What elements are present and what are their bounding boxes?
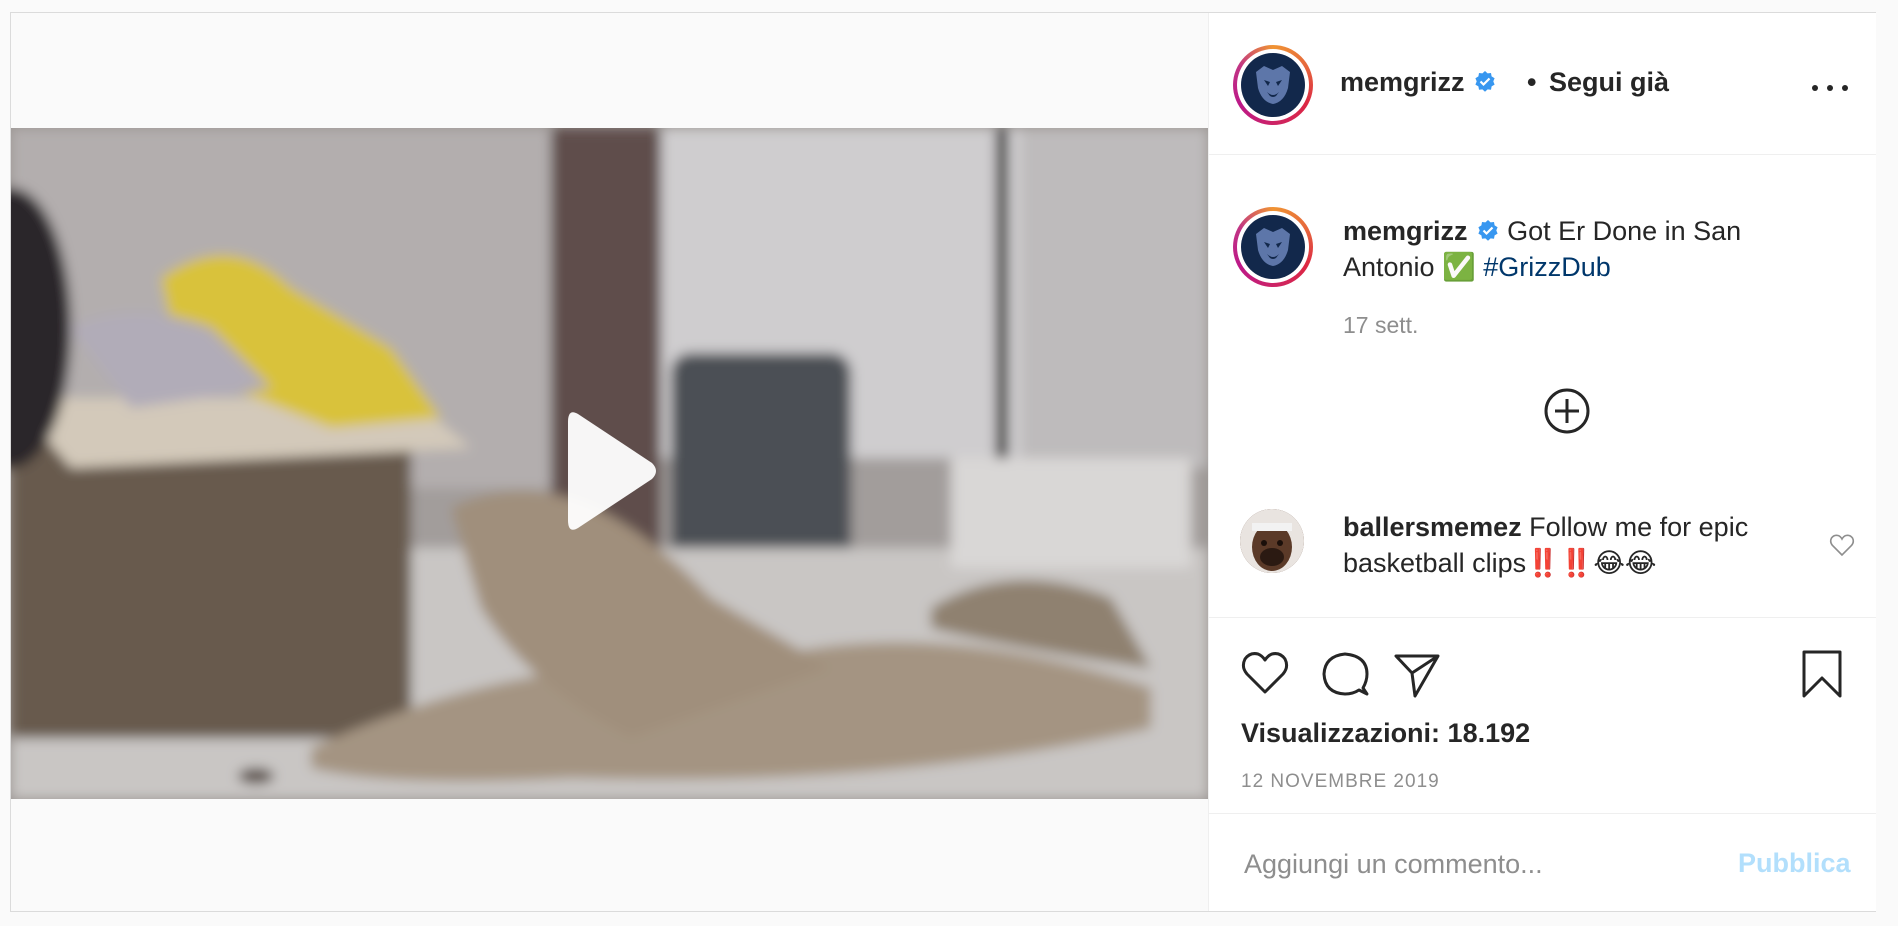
grizzlies-logo-icon [1256,66,1290,104]
commenter-avatar[interactable] [1240,509,1304,573]
heart-icon[interactable] [1239,648,1291,700]
post-details-panel: memgrizz • Segui già memgrizz Got Er Don… [1208,13,1876,911]
publish-button[interactable]: Pubblica [1738,848,1851,879]
comment-heart-icon[interactable] [1829,533,1855,557]
more-options-icon[interactable] [1812,79,1848,95]
action-bar: Visualizzazioni: 18.192 12 NOVEMBRE 2019 [1209,617,1876,813]
caption-text: memgrizz Got Er Done in San Antonio ✅ #G… [1343,213,1823,285]
author-avatar[interactable] [1233,45,1313,125]
media-panel [11,13,1208,911]
author-username[interactable]: memgrizz [1340,67,1497,98]
post-header: memgrizz • Segui già [1209,13,1876,155]
caption-timestamp: 17 sett. [1343,312,1419,338]
views-count[interactable]: Visualizzazioni: 18.192 [1241,718,1530,749]
commenter-photo [1240,509,1304,573]
comment-bubble-icon[interactable] [1319,648,1371,700]
caption-username[interactable]: memgrizz [1343,216,1468,246]
bookmark-icon[interactable] [1796,648,1848,700]
caption-author-avatar[interactable] [1233,207,1313,287]
following-button[interactable]: Segui già [1549,67,1669,98]
verified-badge-icon [1477,220,1498,241]
post-date: 12 NOVEMBRE 2019 [1241,771,1440,792]
comment-input[interactable] [1242,844,1726,884]
video-player[interactable] [11,128,1208,799]
grizzlies-logo-icon [1256,228,1290,266]
paper-plane-icon[interactable] [1391,648,1443,700]
add-comment-bar: Pubblica [1209,813,1876,912]
verified-badge-icon [1474,71,1495,92]
instagram-post: memgrizz • Segui già memgrizz Got Er Don… [10,12,1876,912]
header-separator: • [1527,67,1537,97]
author-username-text[interactable]: memgrizz [1340,67,1465,97]
plus-circle-icon[interactable] [1543,387,1591,435]
play-icon[interactable] [560,406,660,536]
caption-emoji: ✅ [1442,252,1476,282]
comment-username[interactable]: ballersmemez [1343,512,1522,542]
hashtag-link[interactable]: #GrizzDub [1483,252,1611,282]
comment: ballersmemez Follow me for epic basketba… [1343,509,1763,581]
